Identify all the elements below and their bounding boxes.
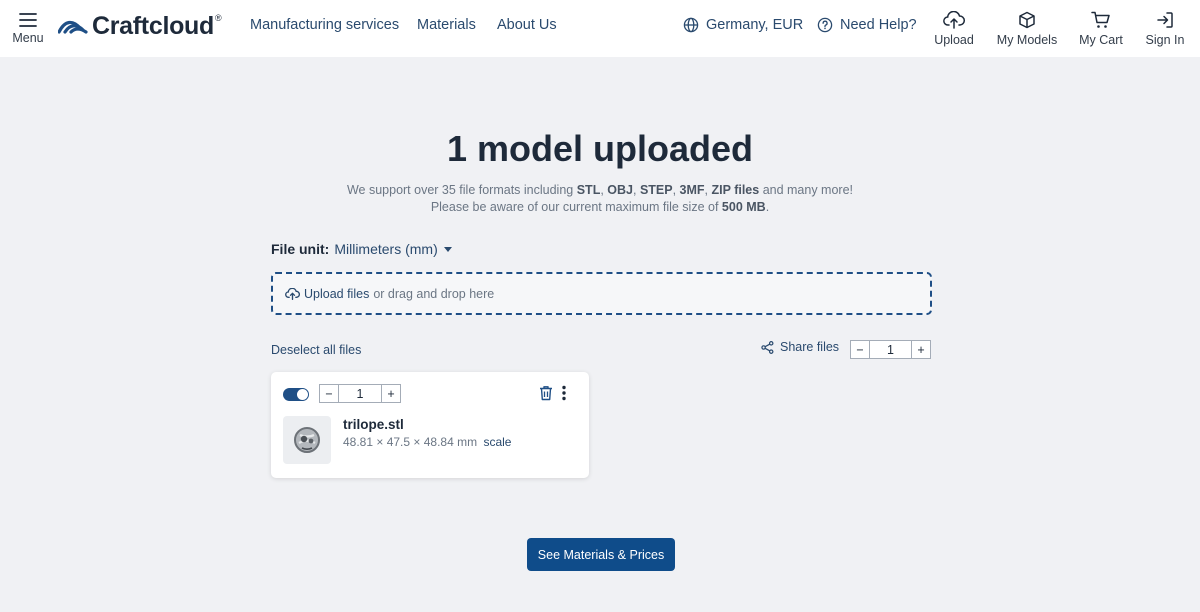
- file-quantity-stepper: − 1 +: [319, 384, 401, 403]
- region-selector[interactable]: Germany, EUR: [683, 0, 803, 50]
- help-icon: [817, 17, 833, 33]
- craftcloud-logo[interactable]: Craftcloud ®: [58, 10, 222, 42]
- format-zip: ZIP files: [711, 183, 760, 197]
- menu-button[interactable]: Menu: [6, 0, 50, 57]
- my-cart-button[interactable]: My Cart: [1076, 0, 1126, 57]
- format-step: STEP: [639, 183, 673, 197]
- drag-drop-hint: or drag and drop here: [373, 286, 495, 301]
- file-unit-label: File unit:: [271, 241, 330, 257]
- global-quantity-value[interactable]: 1: [869, 341, 912, 358]
- my-cart-label: My Cart: [1079, 32, 1123, 47]
- upload-files-link[interactable]: Upload files: [304, 287, 369, 301]
- share-icon: [761, 340, 774, 354]
- nav-about-us[interactable]: About Us: [497, 0, 557, 50]
- file-name: trilope.stl: [343, 417, 404, 432]
- max-file-size-note: Please be aware of our current maximum f…: [0, 200, 1200, 214]
- nav-materials[interactable]: Materials: [417, 0, 476, 50]
- file-unit-select[interactable]: Millimeters (mm): [334, 241, 452, 257]
- upload-cloud-icon: [285, 287, 300, 300]
- format-3mf: 3MF: [679, 183, 705, 197]
- menu-label: Menu: [12, 30, 44, 45]
- formats-suffix: and many more!: [759, 183, 854, 197]
- sign-in-icon: [1157, 11, 1173, 28]
- file-unit-row: File unit: Millimeters (mm): [271, 241, 452, 257]
- formats-prefix: We support over 35 file formats includin…: [346, 183, 577, 197]
- need-help-link[interactable]: Need Help?: [817, 0, 917, 50]
- logo-text: Craftcloud: [92, 11, 215, 40]
- decrease-button[interactable]: −: [851, 341, 869, 358]
- my-models-button[interactable]: My Models: [994, 0, 1060, 57]
- trash-icon[interactable]: [539, 385, 553, 401]
- cart-icon: [1091, 11, 1110, 28]
- size-note-suffix: .: [765, 200, 770, 214]
- file-dimensions-row: 48.81 × 47.5 × 48.84 mm scale: [343, 435, 511, 449]
- menu-icon: [19, 12, 37, 27]
- max-file-size: 500 MB: [721, 200, 766, 214]
- format-stl: STL: [576, 183, 601, 197]
- global-quantity-stepper: − 1 +: [850, 340, 931, 359]
- format-obj: OBJ: [607, 183, 633, 197]
- kebab-icon[interactable]: [561, 385, 567, 401]
- page-title: 1 model uploaded: [446, 128, 754, 169]
- see-materials-prices-button[interactable]: See Materials & Prices: [527, 538, 675, 571]
- top-navigation-bar: Menu Craftcloud ® Manufacturing services…: [0, 0, 1200, 57]
- increase-button[interactable]: +: [912, 341, 930, 358]
- need-help-label: Need Help?: [840, 17, 917, 33]
- chevron-down-icon: [443, 246, 452, 252]
- format-separator: ,: [704, 183, 712, 197]
- file-select-toggle[interactable]: [283, 388, 309, 401]
- model-thumbnail[interactable]: [283, 416, 331, 464]
- scale-link[interactable]: scale: [483, 435, 511, 449]
- logo-icon: [58, 20, 88, 34]
- deselect-all-files-link[interactable]: Deselect all files: [271, 343, 361, 357]
- registered-mark: ®: [215, 13, 222, 23]
- upload-button[interactable]: Upload: [928, 0, 980, 57]
- my-models-label: My Models: [996, 32, 1058, 47]
- share-files-button[interactable]: Share files: [761, 340, 839, 354]
- upload-cloud-icon: [943, 10, 965, 29]
- file-quantity-value[interactable]: 1: [338, 385, 382, 402]
- increase-button[interactable]: +: [382, 385, 400, 402]
- file-dropzone[interactable]: Upload files or drag and drop here: [271, 272, 932, 315]
- size-note-prefix: Please be aware of our current maximum f…: [430, 200, 722, 214]
- file-dimensions: 48.81 × 47.5 × 48.84 mm: [343, 435, 478, 449]
- model-preview-icon: [294, 427, 320, 453]
- region-label: Germany, EUR: [706, 17, 804, 33]
- upload-label: Upload: [934, 32, 974, 47]
- globe-icon: [683, 17, 699, 33]
- nav-manufacturing-services[interactable]: Manufacturing services: [250, 0, 399, 50]
- decrease-button[interactable]: −: [320, 385, 338, 402]
- supported-formats-note: We support over 35 file formats includin…: [0, 183, 1200, 197]
- format-separator: ,: [632, 183, 640, 197]
- toggle-knob: [297, 389, 308, 400]
- share-files-label: Share files: [780, 340, 840, 354]
- format-separator: ,: [672, 183, 680, 197]
- file-card: − 1 + trilope.stl 48.81 × 47.5 × 48.84 m…: [271, 372, 589, 478]
- sign-in-label: Sign In: [1145, 32, 1185, 47]
- cube-icon: [1019, 11, 1035, 28]
- file-unit-value: Millimeters (mm): [334, 241, 438, 257]
- sign-in-button[interactable]: Sign In: [1142, 0, 1188, 57]
